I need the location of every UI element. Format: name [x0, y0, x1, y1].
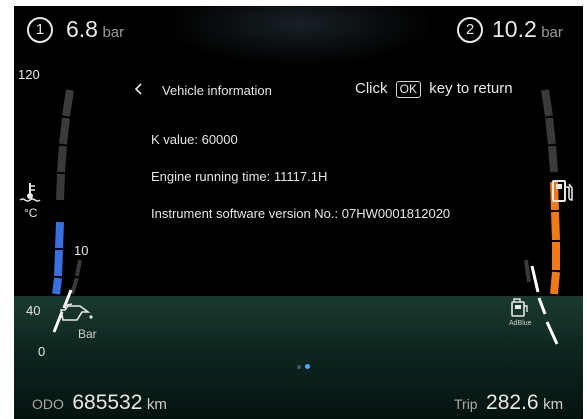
return-hint: Click OK key to return: [355, 80, 513, 98]
coolant-segment: [59, 117, 70, 145]
chevron-left-icon[interactable]: [134, 82, 144, 96]
coolant-temp-unit: °C: [24, 206, 38, 220]
trip-unit: km: [543, 396, 564, 413]
adblue-label: AdBlue: [509, 320, 532, 327]
engine-running-time-line: Engine running time: 11117.1H: [151, 169, 328, 184]
odo-label: ODO: [32, 396, 64, 412]
return-hint-prefix: Click: [355, 80, 388, 97]
coolant-segment: [55, 221, 64, 249]
circuit-2-pressure-unit: bar: [541, 24, 563, 41]
coolant-segment: [62, 89, 74, 117]
fuel-segment: [548, 145, 558, 173]
k-value-line: K value: 60000: [151, 132, 238, 147]
page-indicator-dot-active: [305, 364, 310, 369]
coolant-gauge-segments: [52, 89, 74, 295]
coolant-max-label: 120: [18, 67, 40, 82]
circuit-1-pressure-value: 6.8: [66, 16, 98, 42]
odo-value: 685532: [72, 391, 143, 414]
circuit-2-badge: 2: [457, 17, 483, 43]
top-glow: [164, 6, 434, 66]
trip-meter: Trip 282.6 km: [454, 391, 563, 415]
trip-label: Trip: [454, 396, 478, 412]
coolant-segment: [54, 249, 63, 277]
ok-key-badge[interactable]: OK: [395, 81, 422, 98]
page-indicator-dot: [297, 365, 301, 369]
oil-low-label: 40: [26, 303, 41, 318]
fuel-gauge: [524, 89, 560, 345]
menu-title: Vehicle information: [162, 83, 272, 98]
adblue-needle: [530, 265, 540, 293]
return-hint-suffix: key to return: [429, 80, 513, 97]
oil-mid-label: 10: [74, 243, 89, 258]
oil-segment: [70, 277, 79, 295]
odo-unit: km: [146, 396, 167, 413]
coolant-segment: [52, 277, 62, 295]
software-version-line: Instrument software version No.: 07HW000…: [151, 206, 451, 221]
fuel-pump-icon: [552, 180, 573, 202]
coolant-temperature-icon: [19, 183, 41, 202]
oil-segment: [75, 259, 82, 277]
coolant-gauge: [52, 89, 82, 333]
coolant-segment: [57, 145, 67, 173]
circuit-1-badge: 1: [27, 17, 53, 43]
coolant-segment: [56, 173, 65, 201]
fuel-segment: [541, 89, 553, 117]
oil-pressure-icon: [60, 303, 93, 321]
odometer: ODO 685532 km: [32, 391, 167, 415]
circuit-2-pressure: 10.2 bar: [492, 16, 563, 43]
adblue-segment: [545, 321, 559, 345]
adblue-icon: [511, 298, 528, 317]
adblue-segment: [537, 297, 547, 315]
oil-pressure-unit: Bar: [78, 327, 97, 341]
adblue-segment: [524, 259, 531, 283]
circuit-2-pressure-value: 10.2: [492, 16, 537, 42]
fuel-segment: [551, 211, 560, 241]
trip-value: 282.6: [486, 391, 539, 414]
oil-zero-label: 0: [38, 344, 46, 359]
circuit-1-pressure: 6.8 bar: [66, 16, 124, 43]
circuit-1-pressure-unit: bar: [102, 24, 125, 41]
fuel-segment: [545, 117, 556, 145]
instrument-cluster-screen: 1 6.8 bar 2 10.2 bar 120 10 40 0 °C Bar …: [14, 6, 583, 419]
fuel-segment: [550, 271, 560, 295]
